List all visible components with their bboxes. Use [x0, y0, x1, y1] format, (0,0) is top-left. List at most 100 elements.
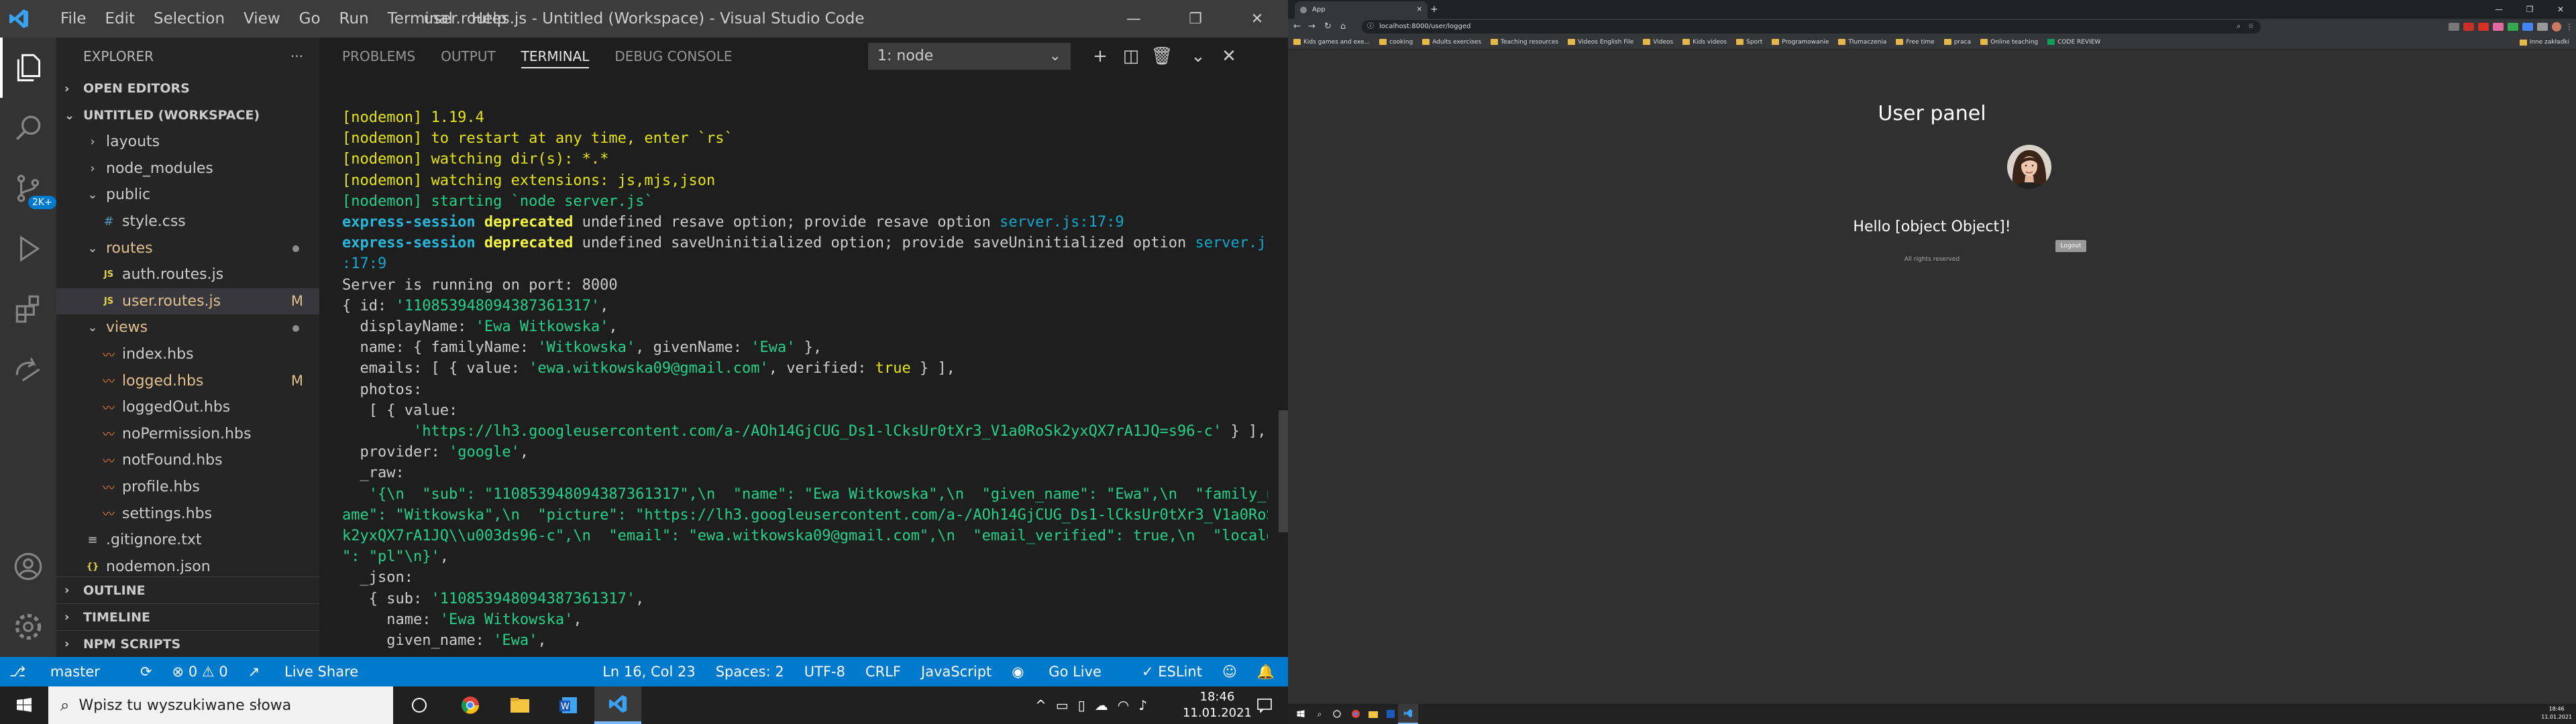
tree-item[interactable]: 〰 notFound.hbs — [56, 447, 319, 474]
extension-blue-icon[interactable] — [2522, 23, 2533, 31]
tree-item[interactable]: 〰 logged.hbs M — [56, 367, 319, 394]
new-tab-icon[interactable]: + — [1430, 1, 1438, 17]
tree-item[interactable]: 〰 profile.hbs — [56, 474, 319, 501]
volume-icon[interactable]: ♪ — [1138, 697, 1147, 713]
tree-item[interactable]: ⌄ routes — [56, 235, 319, 261]
tab-terminal[interactable]: TERMINAL — [521, 38, 589, 75]
menu-help[interactable]: Help — [462, 0, 516, 38]
menu-icon[interactable]: ⋮ — [2565, 23, 2573, 31]
menu-edit[interactable]: Edit — [96, 0, 145, 38]
zoom-icon[interactable]: ⌕ — [2237, 20, 2241, 34]
windows-start-icon[interactable] — [0, 686, 48, 724]
chrome-icon[interactable] — [447, 686, 494, 724]
restore-icon[interactable]: ❐ — [2514, 0, 2545, 19]
bookmark-item[interactable]: Videos English File — [1568, 39, 1633, 46]
forward-icon[interactable]: → — [1308, 19, 1316, 35]
run-debug-icon[interactable] — [0, 219, 56, 279]
extension-red-icon[interactable] — [2463, 23, 2474, 31]
bookmark-item[interactable]: Programowanie — [1772, 39, 1829, 46]
vscode-taskbar-icon[interactable] — [594, 686, 641, 724]
bookmark-item[interactable]: Free time — [1896, 39, 1935, 46]
menu-view[interactable]: View — [234, 0, 290, 38]
language-mode[interactable]: JavaScript — [921, 664, 991, 680]
tree-item[interactable]: › layouts — [56, 129, 319, 156]
terminal-scrollbar[interactable] — [1279, 410, 1288, 532]
reload-icon[interactable]: ↻ — [1324, 19, 1332, 35]
outline-section[interactable]: › OUTLINE — [56, 577, 319, 603]
explorer-icon[interactable] — [0, 38, 56, 98]
cloud-icon[interactable]: ☁ — [1095, 697, 1108, 713]
back-icon[interactable]: ← — [1293, 19, 1301, 35]
extension-shield-icon[interactable] — [2449, 23, 2459, 31]
bookmark-item[interactable]: Adults exercises — [1422, 39, 1481, 46]
branch-status[interactable]: ⎇ master — [9, 664, 120, 680]
restore-icon[interactable]: ❐ — [1165, 0, 1226, 38]
logout-button[interactable]: Logout — [2055, 240, 2086, 252]
tree-item[interactable]: JS auth.routes.js — [56, 261, 319, 288]
bookmark-item[interactable]: Videos — [1643, 39, 1673, 46]
tree-item[interactable]: 〰 loggedOut.hbs — [56, 394, 319, 421]
tree-item[interactable]: ≡ .gitignore.txt — [56, 527, 319, 554]
vscode-taskbar-icon[interactable] — [1398, 704, 1418, 724]
other-bookmarks[interactable]: Inne zakładki — [2519, 35, 2569, 50]
bookmark-item[interactable]: Tłumaczenia — [1838, 39, 1886, 46]
line-ending[interactable]: CRLF — [865, 664, 901, 680]
terminal-selector[interactable]: 1: node ⌄ — [868, 43, 1071, 70]
bookmark-item[interactable]: Online teaching — [1980, 39, 2038, 46]
home-icon[interactable]: ⌂ — [1340, 19, 1346, 35]
profile-avatar[interactable] — [2552, 22, 2561, 32]
settings-gear-icon[interactable] — [0, 597, 56, 657]
bookmark-item[interactable]: Teaching resources — [1491, 39, 1558, 46]
live-share-status[interactable]: ↗ Live Share — [248, 664, 378, 680]
account-icon[interactable] — [0, 536, 56, 597]
tree-item[interactable]: 〰 noPermission.hbs — [56, 421, 319, 448]
tab-output[interactable]: OUTPUT — [441, 38, 496, 75]
browser-tab[interactable]: App ✕ — [1295, 1, 1428, 19]
tab-problems[interactable]: PROBLEMS — [342, 38, 415, 75]
taskbar-clock[interactable]: 18:46 11.01.2021 — [2541, 705, 2572, 721]
indentation[interactable]: Spaces: 2 — [716, 664, 784, 680]
taskbar-search[interactable]: ⌕ Wpisz tu wyszukiwane słowa — [48, 686, 393, 724]
bookmark-item[interactable]: Kids games and exe... — [1293, 39, 1370, 46]
more-actions-icon[interactable]: ··· — [290, 48, 303, 64]
extension-pdf-icon[interactable] — [2478, 23, 2489, 31]
sync-icon[interactable]: ⟳ — [140, 664, 152, 680]
tab-debug-console[interactable]: DEBUG CONSOLE — [614, 38, 732, 75]
menu-file[interactable]: File — [51, 0, 96, 38]
menu-selection[interactable]: Selection — [144, 0, 234, 38]
task-view-icon[interactable] — [1327, 704, 1347, 724]
close-icon[interactable]: ✕ — [2545, 0, 2576, 19]
new-terminal-icon[interactable]: + — [1087, 43, 1114, 70]
bookmark-item[interactable]: CODE REVIEW — [2047, 39, 2100, 46]
tree-item[interactable]: # style.css — [56, 208, 319, 235]
npm-scripts-section[interactable]: › NPM SCRIPTS — [56, 630, 319, 657]
split-terminal-icon[interactable]: ◫ — [1118, 43, 1144, 70]
battery-icon[interactable]: ▯ — [1078, 697, 1085, 713]
timeline-section[interactable]: › TIMELINE — [56, 603, 319, 630]
close-panel-icon[interactable]: ✕ — [1216, 43, 1242, 70]
bookmark-item[interactable]: Sport — [1736, 39, 1762, 46]
extension-green-icon[interactable] — [2508, 23, 2518, 31]
chevron-down-icon[interactable]: ⌄ — [1185, 43, 1212, 70]
minimize-icon[interactable]: — — [1103, 0, 1165, 38]
close-tab-icon[interactable]: ✕ — [1417, 1, 1422, 19]
bookmark-item[interactable]: praca — [1943, 39, 1971, 46]
feedback-icon[interactable]: ☺ — [1222, 664, 1237, 680]
extensions-puzzle-icon[interactable] — [2537, 23, 2548, 31]
network-icon[interactable]: ▭ — [1056, 697, 1069, 713]
open-editors-section[interactable]: › OPEN EDITORS — [56, 75, 319, 102]
extensions-icon[interactable] — [0, 279, 56, 339]
file-explorer-icon[interactable] — [496, 686, 543, 724]
minimize-icon[interactable]: — — [2483, 0, 2514, 19]
chevron-up-icon[interactable]: ^ — [1035, 697, 1046, 713]
workspace-section[interactable]: ⌄ UNTITLED (WORKSPACE) — [56, 102, 319, 129]
close-icon[interactable]: ✕ — [1226, 0, 1288, 38]
notifications-icon[interactable]: 🔔 — [1257, 664, 1275, 680]
bookmark-item[interactable]: cooking — [1379, 39, 1413, 46]
tree-item[interactable]: JS user.routes.js M — [56, 288, 319, 315]
notification-center-icon[interactable] — [1241, 686, 1288, 724]
trash-icon[interactable]: 🗑 — [1148, 43, 1175, 70]
word-icon[interactable]: W — [545, 686, 592, 724]
menu-go[interactable]: Go — [290, 0, 330, 38]
menu-run[interactable]: Run — [330, 0, 378, 38]
